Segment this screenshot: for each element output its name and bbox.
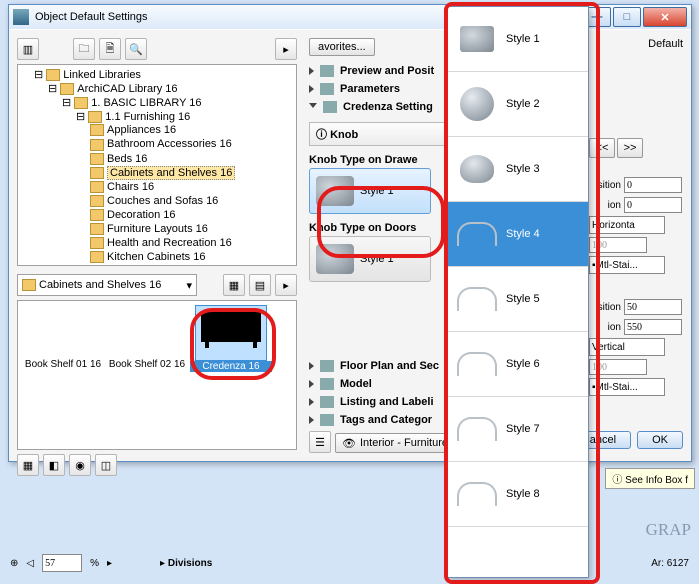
view-btn-3[interactable]: ▸ (275, 274, 297, 296)
tree-item[interactable]: Beds 16 (90, 152, 294, 166)
orient2-select[interactable]: Vertical (589, 338, 665, 356)
strip-btn-4[interactable]: ◫ (95, 454, 117, 476)
app-icon (13, 9, 29, 25)
toolbar-btn-2[interactable]: 🗀 (73, 38, 95, 60)
thumbnail[interactable]: Book Shelf 01 16 (22, 305, 104, 381)
strip-btn-1[interactable]: ▦ (17, 454, 39, 476)
area-readout: Ar: 6127 (651, 558, 689, 569)
knob-door-picker[interactable]: Style 1 (309, 236, 431, 282)
folder-combo[interactable]: Cabinets and Shelves 16 ▾ (17, 274, 197, 296)
thumbnail[interactable] (190, 383, 272, 450)
thumbnail[interactable]: Credenza 16 (190, 305, 272, 381)
toolbar-btn-1[interactable]: ▥ (17, 38, 39, 60)
info-bar: ⓘ See Info Box f (605, 468, 695, 489)
mtl1-select[interactable]: ▪ Mtl-Stai... (589, 256, 665, 274)
tree-item[interactable]: Appliances 16 (90, 123, 294, 137)
style-option[interactable]: Style 8 (448, 462, 588, 527)
style-option[interactable]: Style 6 (448, 332, 588, 397)
tree-item[interactable]: Kitchen Cabinets 16 (90, 250, 294, 264)
style-option[interactable]: Style 4 (448, 202, 588, 267)
tree-item[interactable]: Health and Recreation 16 (90, 236, 294, 250)
style-option[interactable]: Style 2 (448, 72, 588, 137)
nav-prev-button[interactable]: << (589, 138, 615, 158)
left-toolbar: ▥ 🗀 🗎 🔍 ▸ (17, 38, 297, 60)
toolbar-btn-4[interactable]: ▸ (275, 38, 297, 60)
off1-input[interactable] (589, 237, 647, 253)
strip-btn-3[interactable]: ◉ (69, 454, 91, 476)
divisions-label: Divisions (168, 558, 212, 569)
tree-item[interactable]: Medical Equipment 16 (90, 264, 294, 266)
default-label: Default (589, 38, 683, 50)
interior-button[interactable]: 👁 Interior - Furniture ▸ (335, 433, 465, 453)
layer-icon[interactable]: ☰ (309, 431, 331, 453)
tree-item[interactable]: Decoration 16 (90, 208, 294, 222)
zoom-input[interactable] (42, 554, 82, 572)
tree-item[interactable]: ArchiCAD Library 16 (77, 83, 177, 95)
tree-item[interactable]: 1.1 Furnishing 16 (105, 111, 190, 123)
thumbnail[interactable] (22, 383, 104, 450)
tree-item[interactable]: Furniture Layouts 16 (90, 222, 294, 236)
pos2-input[interactable] (624, 299, 682, 315)
ion1-input[interactable] (624, 197, 682, 213)
knob-drawer-picker[interactable]: Style 1 (309, 168, 431, 214)
favorites-button[interactable]: avorites... (309, 38, 375, 56)
style-option[interactable]: Style 1 (448, 7, 588, 72)
style-option[interactable]: Style 5 (448, 267, 588, 332)
view-btn-1[interactable]: ▦ (223, 274, 245, 296)
tree-item[interactable]: Cabinets and Shelves 16 (90, 166, 294, 180)
tree-root[interactable]: Linked Libraries (63, 69, 141, 81)
off2-input[interactable] (589, 359, 647, 375)
combo-label: Cabinets and Shelves 16 (39, 279, 161, 291)
mtl2-select[interactable]: ▪ Mtl-Stai... (589, 378, 665, 396)
orient1-select[interactable]: Horizonta (589, 216, 665, 234)
thumbnail-grid[interactable]: Book Shelf 01 16Book Shelf 02 16Credenza… (17, 300, 297, 450)
background-text: GRAP (646, 520, 691, 540)
search-button[interactable]: 🔍 (125, 38, 147, 60)
strip-btn-2[interactable]: ◧ (43, 454, 65, 476)
tree-item[interactable]: 1. BASIC LIBRARY 16 (91, 97, 201, 109)
view-btn-2[interactable]: ▤ (249, 274, 271, 296)
style-popup[interactable]: Style 1Style 2Style 3Style 4Style 5Style… (447, 6, 589, 578)
library-tree[interactable]: ⊟ Linked Libraries ⊟ ArchiCAD Library 16… (17, 64, 297, 266)
nav-next-button[interactable]: >> (617, 138, 643, 158)
ion2-input[interactable] (624, 319, 682, 335)
dialog-window: Object Default Settings — □ ✕ ▥ 🗀 🗎 🔍 ▸ … (8, 4, 692, 462)
tree-item[interactable]: Bathroom Accessories 16 (90, 137, 294, 151)
close-button[interactable]: ✕ (643, 7, 687, 27)
chevron-down-icon: ▾ (186, 279, 192, 292)
pos1-input[interactable] (624, 177, 682, 193)
tree-item[interactable]: Couches and Sofas 16 (90, 194, 294, 208)
thumbnail[interactable]: Book Shelf 02 16 (106, 305, 188, 381)
style-option[interactable]: Style 3 (448, 137, 588, 202)
thumbnail[interactable] (106, 383, 188, 450)
maximize-button[interactable]: □ (613, 7, 641, 27)
toolbar-btn-3[interactable]: 🗎 (99, 38, 121, 60)
tree-item[interactable]: Chairs 16 (90, 180, 294, 194)
style-option[interactable]: Style 7 (448, 397, 588, 462)
ok-button[interactable]: OK (637, 431, 683, 449)
